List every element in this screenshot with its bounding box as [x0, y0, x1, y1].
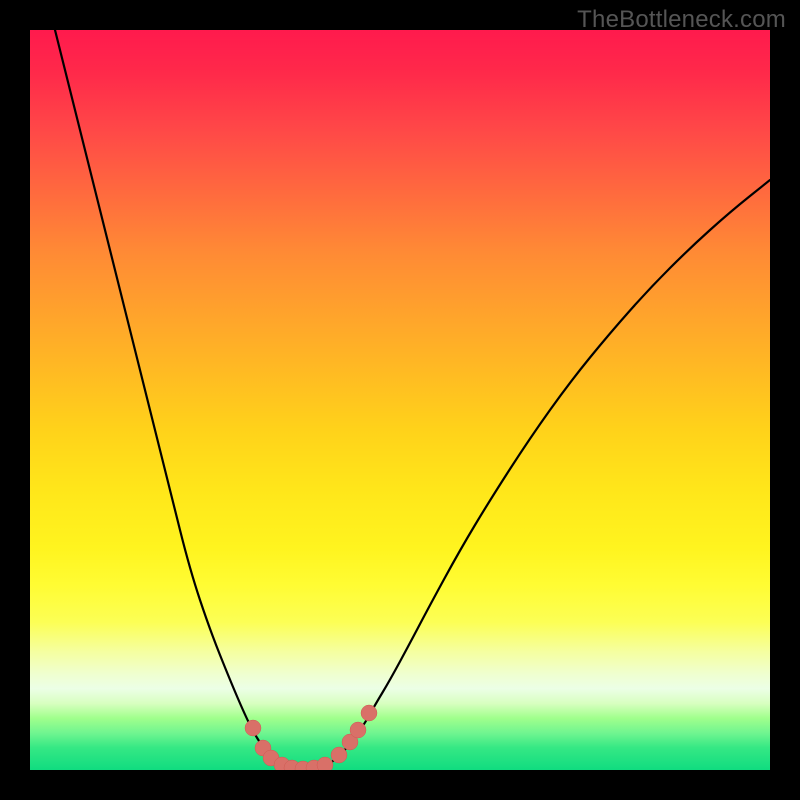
watermark-text: TheBottleneck.com: [577, 6, 786, 34]
chart-container: TheBottleneck.com: [0, 0, 800, 800]
bottleneck-curve: [55, 30, 770, 770]
data-point: [350, 722, 366, 738]
data-point: [245, 720, 261, 736]
curve-overlay: [30, 30, 770, 770]
data-point: [361, 705, 377, 721]
data-point: [317, 757, 333, 770]
curve-data-points: [245, 705, 377, 770]
data-point: [331, 747, 347, 763]
plot-area: [30, 30, 770, 770]
